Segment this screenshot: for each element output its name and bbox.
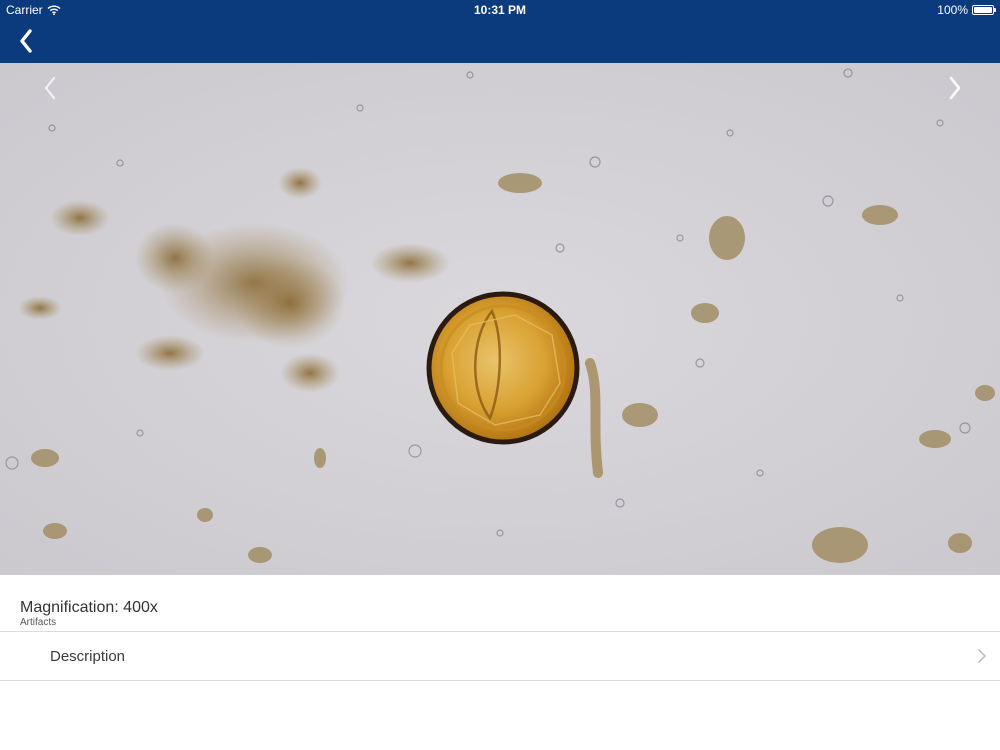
description-label: Description <box>50 648 126 665</box>
chevron-left-icon <box>20 29 32 53</box>
magnification-label: Magnification: 400x <box>20 599 158 616</box>
divider <box>0 680 1000 681</box>
chevron-right-icon <box>949 76 961 100</box>
navigation-bar: Carrier 10:31 PM 100% <box>0 0 1000 63</box>
specimen-egg <box>426 291 580 445</box>
description-row[interactable]: Description <box>0 632 1000 680</box>
battery-percentage: 100% <box>937 3 968 17</box>
specimen-info-panel: Magnification: 400x Artifacts Descriptio… <box>0 575 1000 750</box>
status-time: 10:31 PM <box>473 3 527 17</box>
specimen-image-viewer[interactable] <box>0 63 1000 575</box>
category-label: Artifacts <box>20 617 57 628</box>
battery-icon <box>972 5 996 15</box>
back-button[interactable] <box>12 26 40 56</box>
chevron-left-icon <box>44 76 56 100</box>
battery-indicator: 100% <box>937 3 996 17</box>
app-screen: Carrier 10:31 PM 100% Magnification: 400… <box>0 0 1000 750</box>
previous-image-button[interactable] <box>35 73 65 103</box>
status-bar: Carrier 10:31 PM 100% <box>0 0 1000 20</box>
micrograph-image <box>0 63 1000 575</box>
chevron-right-icon <box>978 649 986 663</box>
next-image-button[interactable] <box>940 73 970 103</box>
